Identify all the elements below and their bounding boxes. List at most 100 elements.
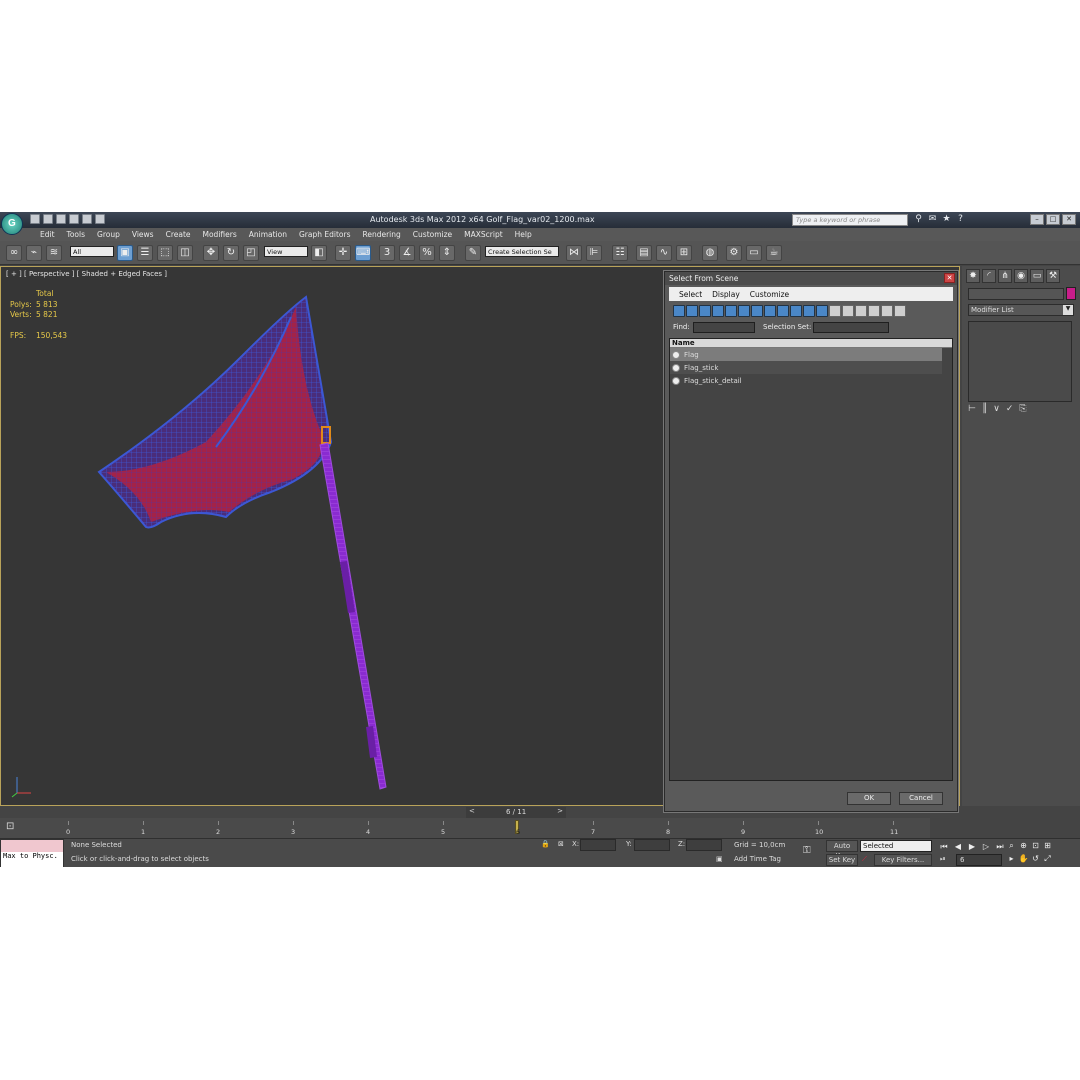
- go-to-end-icon[interactable]: ⏭: [994, 841, 1006, 852]
- display-children-icon[interactable]: [868, 305, 880, 317]
- close-window-button[interactable]: ✕: [1062, 214, 1076, 225]
- undo-icon[interactable]: [69, 214, 79, 224]
- dialog-menu-select[interactable]: Select: [675, 287, 706, 301]
- open-file-icon[interactable]: [43, 214, 53, 224]
- list-item[interactable]: Flag_stick_detail: [670, 374, 942, 387]
- dialog-menu-display[interactable]: Display: [708, 287, 744, 301]
- absolute-mode-icon[interactable]: ⊠: [558, 840, 564, 848]
- reference-coordinate-select[interactable]: View: [264, 246, 308, 257]
- filter-helpers-icon[interactable]: [725, 305, 737, 317]
- redo-icon[interactable]: [82, 214, 92, 224]
- next-frame-icon[interactable]: >: [557, 807, 563, 815]
- menu-graph-editors[interactable]: Graph Editors: [293, 228, 357, 241]
- move-icon[interactable]: ✥: [203, 245, 219, 261]
- filter-frozen-icon[interactable]: [803, 305, 815, 317]
- selection-filter-select[interactable]: All: [70, 246, 114, 257]
- communication-center-icon[interactable]: ✉: [927, 214, 938, 225]
- key-mode-select[interactable]: Selected: [860, 840, 932, 852]
- maxscript-listener[interactable]: Max to Physc.: [0, 839, 64, 867]
- maximize-button[interactable]: □: [1046, 214, 1060, 225]
- previous-key-icon[interactable]: ◀: [952, 841, 964, 852]
- mini-curve-editor-toggle[interactable]: ⊡: [0, 818, 60, 838]
- favorites-icon[interactable]: ★: [941, 214, 952, 225]
- current-frame-field[interactable]: 6: [956, 854, 1002, 866]
- select-none-icon[interactable]: [842, 305, 854, 317]
- key-mode-toggle-icon[interactable]: ⏯: [940, 855, 946, 864]
- orbit-icon[interactable]: ↺: [1030, 854, 1041, 865]
- filter-cameras-icon[interactable]: [712, 305, 724, 317]
- track-bar[interactable]: 0 1 2 3 4 5 6 7 8 9 10 11: [60, 818, 930, 838]
- object-name-field[interactable]: [968, 288, 1064, 300]
- zoom-icon[interactable]: ⌕: [1006, 841, 1017, 852]
- bind-space-warp-icon[interactable]: ≋: [46, 245, 62, 261]
- filter-groups-icon[interactable]: [751, 305, 763, 317]
- new-file-icon[interactable]: [30, 214, 40, 224]
- filter-xrefs-icon[interactable]: [764, 305, 776, 317]
- golf-flag-model[interactable]: [1, 267, 421, 807]
- key-icon[interactable]: ⚿: [803, 845, 811, 856]
- modify-tab-icon[interactable]: ◜: [982, 269, 996, 283]
- z-coordinate-field[interactable]: [686, 839, 722, 851]
- snaps-toggle-icon[interactable]: 3: [379, 245, 395, 261]
- name-column-header[interactable]: Name: [670, 339, 952, 348]
- set-key-icon[interactable]: ⟋: [862, 855, 867, 864]
- app-logo-icon[interactable]: G: [1, 213, 23, 235]
- maximize-viewport-icon[interactable]: ⤢: [1042, 854, 1053, 865]
- rectangular-selection-icon[interactable]: ⬚: [157, 245, 173, 261]
- modifier-stack[interactable]: [968, 321, 1072, 402]
- x-coordinate-field[interactable]: [580, 839, 616, 851]
- named-selection-set-select[interactable]: Create Selection Se: [485, 246, 559, 257]
- save-file-icon[interactable]: [56, 214, 66, 224]
- add-time-tag[interactable]: Add Time Tag: [734, 855, 781, 863]
- menu-modifiers[interactable]: Modifiers: [197, 228, 243, 241]
- project-folder-icon[interactable]: [95, 214, 105, 224]
- menu-customize[interactable]: Customize: [407, 228, 458, 241]
- list-item[interactable]: Flag: [670, 348, 942, 361]
- spinner-snap-icon[interactable]: ⇕: [439, 245, 455, 261]
- key-filters-button[interactable]: Key Filters...: [874, 854, 932, 866]
- menu-tools[interactable]: Tools: [61, 228, 91, 241]
- menu-maxscript[interactable]: MAXScript: [458, 228, 509, 241]
- schematic-view-icon[interactable]: ⊞: [676, 245, 692, 261]
- utilities-tab-icon[interactable]: ⚒: [1046, 269, 1060, 283]
- minimize-button[interactable]: –: [1030, 214, 1044, 225]
- y-coordinate-field[interactable]: [634, 839, 670, 851]
- select-invert-icon[interactable]: [855, 305, 867, 317]
- play-icon[interactable]: ▶: [966, 841, 978, 852]
- display-tab-icon[interactable]: ▭: [1030, 269, 1044, 283]
- dialog-title-bar[interactable]: Select From Scene ✕: [665, 272, 957, 285]
- menu-create[interactable]: Create: [160, 228, 197, 241]
- previous-frame-icon[interactable]: <: [469, 807, 475, 815]
- window-crossing-icon[interactable]: ◫: [177, 245, 193, 261]
- selection-set-dropdown[interactable]: [813, 322, 889, 333]
- zoom-all-icon[interactable]: ⊕: [1018, 841, 1029, 852]
- keyboard-shortcut-override-icon[interactable]: ⌨: [355, 245, 371, 261]
- list-item[interactable]: Flag_stick: [670, 361, 942, 374]
- pivot-center-icon[interactable]: ◧: [311, 245, 327, 261]
- render-setup-icon[interactable]: ⚙: [726, 245, 742, 261]
- filter-containers-icon[interactable]: [790, 305, 802, 317]
- lock-selection-icon[interactable]: 🔒: [541, 840, 550, 848]
- zoom-extents-all-icon[interactable]: ⊞: [1042, 841, 1053, 852]
- filter-bones-icon[interactable]: [777, 305, 789, 317]
- filter-hidden-icon[interactable]: [816, 305, 828, 317]
- help-search-input[interactable]: Type a keyword or phrase: [792, 214, 908, 226]
- filter-options-icon[interactable]: [894, 305, 906, 317]
- time-tag-icon[interactable]: ▣: [716, 855, 723, 863]
- filter-space-warps-icon[interactable]: [738, 305, 750, 317]
- modifier-list-dropdown[interactable]: Modifier List ▼: [968, 304, 1074, 316]
- unlink-icon[interactable]: ⌁: [26, 245, 42, 261]
- auto-key-button[interactable]: Auto Key: [826, 840, 858, 860]
- menu-edit[interactable]: Edit: [34, 228, 61, 241]
- align-icon[interactable]: ⊫: [586, 245, 602, 261]
- menu-group[interactable]: Group: [91, 228, 126, 241]
- go-to-start-icon[interactable]: ⏮: [938, 841, 950, 852]
- select-object-icon[interactable]: ▣: [117, 245, 133, 261]
- graphite-ribbon-icon[interactable]: ▤: [636, 245, 652, 261]
- select-and-link-icon[interactable]: ∞: [6, 245, 22, 261]
- ok-button[interactable]: OK: [847, 792, 891, 805]
- select-by-name-icon[interactable]: ☰: [137, 245, 153, 261]
- stack-buttons[interactable]: ⊢║∨✓⎘: [968, 404, 1033, 414]
- field-of-view-icon[interactable]: ▸: [1006, 854, 1017, 865]
- dialog-menu-customize[interactable]: Customize: [746, 287, 793, 301]
